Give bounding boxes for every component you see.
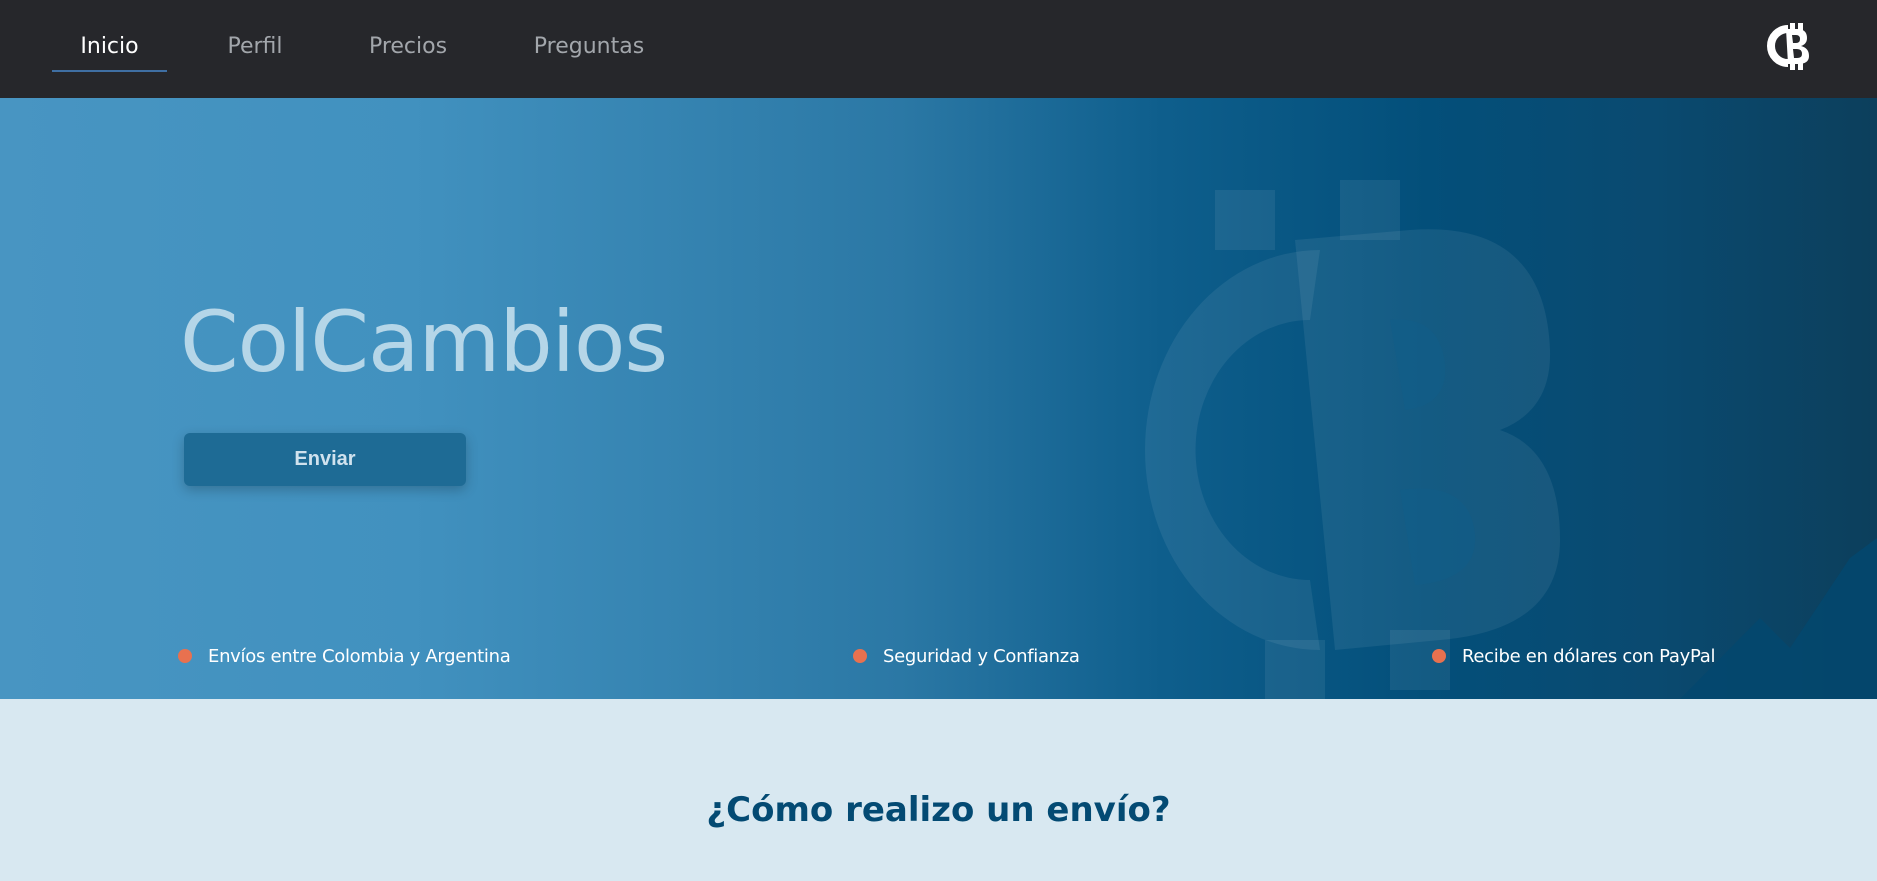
colcambios-logo-icon[interactable] xyxy=(1764,19,1812,73)
nav-link-inicio[interactable]: Inicio xyxy=(52,30,167,72)
feature-item: Envíos entre Colombia y Argentina xyxy=(178,644,511,668)
feature-item: Seguridad y Confianza xyxy=(853,644,1080,668)
feature-text: Seguridad y Confianza xyxy=(883,645,1080,667)
bullet-dot-icon xyxy=(178,649,192,663)
nav-link-preguntas[interactable]: Preguntas xyxy=(530,30,648,72)
feature-text: Envíos entre Colombia y Argentina xyxy=(208,645,511,667)
nav-link-precios[interactable]: Precios xyxy=(366,30,450,72)
send-button[interactable]: Enviar xyxy=(184,433,466,486)
mountain-decoration-icon xyxy=(1680,538,1877,699)
bullet-dot-icon xyxy=(853,649,867,663)
hero-title: ColCambios xyxy=(180,293,668,391)
feature-item: Recibe en dólares con PayPal xyxy=(1432,644,1716,668)
top-navbar: Inicio Perfil Precios Preguntas xyxy=(0,0,1877,98)
hero-banner: ColCambios Enviar Envíos entre Colombia … xyxy=(0,98,1877,699)
nav-link-perfil[interactable]: Perfil xyxy=(222,30,288,72)
how-to-send-heading: ¿Cómo realizo un envío? xyxy=(706,790,1171,830)
colcambios-logo-watermark-icon xyxy=(1145,180,1560,699)
bullet-dot-icon xyxy=(1432,649,1446,663)
feature-text: Recibe en dólares con PayPal xyxy=(1462,645,1716,667)
